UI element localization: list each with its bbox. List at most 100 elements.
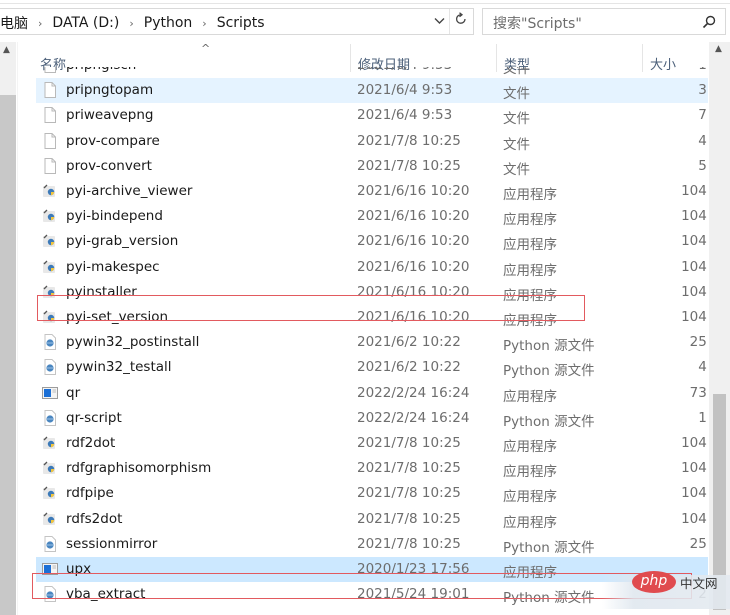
file-name: prov-convert: [66, 157, 152, 174]
file-modified-date: 2021/6/16 10:20: [357, 258, 470, 275]
search-placeholder: 搜索"Scripts": [493, 16, 582, 32]
chevron-right-icon[interactable]: ›: [32, 17, 48, 30]
file-row[interactable]: pyinstaller 2021/6/16 10:20 应用程序 104 K: [36, 280, 708, 305]
file-name: qr-script: [66, 409, 122, 426]
file-name: rdfgraphisomorphism: [66, 460, 212, 477]
chevron-right-icon[interactable]: ›: [196, 17, 212, 30]
breadcrumb-python[interactable]: Python: [140, 15, 197, 31]
file-size: 104 K: [681, 460, 708, 477]
file-row[interactable]: priweavepng 2021/6/4 9:53 文件 7 K: [36, 103, 708, 128]
file-name: pyinstaller: [66, 283, 137, 300]
file-row[interactable]: pripngtopam 2021/6/4 9:53 文件 3 K: [36, 78, 708, 104]
file-size: 25 K: [689, 535, 708, 552]
file-name: sessionmirror: [66, 535, 158, 552]
file-row[interactable]: prov-compare 2021/7/8 10:25 文件 4 K: [36, 129, 708, 154]
file-type: 应用程序: [503, 388, 557, 405]
file-name: pyi-makespec: [66, 258, 160, 275]
file-type: Python 源文件: [503, 590, 595, 607]
file-size: 104 K: [681, 258, 708, 275]
file-size: 104 K: [681, 309, 708, 325]
watermark: php 中文网: [602, 567, 730, 613]
file-row[interactable]: rdfs2dot 2021/7/8 10:25 应用程序 104 K: [36, 507, 708, 532]
file-size: 7 K: [698, 107, 708, 124]
address-bar[interactable]: 电脑 › DATA (D:) › Python › Scripts: [0, 8, 474, 35]
file-modified-date: 2021/6/2 10:22: [357, 334, 461, 351]
file-row[interactable]: pyi-makespec 2021/6/16 10:20 应用程序 104 K: [36, 255, 708, 280]
scroll-up-icon[interactable]: ▲: [715, 44, 722, 54]
python-exe-icon: [42, 233, 58, 249]
scroll-up-icon[interactable]: ▲: [3, 45, 10, 55]
file-name: pyi-bindepend: [66, 208, 163, 225]
file-modified-date: 2021/7/8 10:25: [357, 510, 461, 527]
file-type: 文件: [503, 86, 530, 103]
file-type: 应用程序: [503, 313, 557, 329]
navigation-pane-scrollbar[interactable]: ▲: [0, 42, 16, 615]
breadcrumb-this-pc[interactable]: 电脑: [0, 13, 32, 33]
chevron-right-icon[interactable]: ›: [123, 17, 139, 30]
file-row[interactable]: pywin32_testall 2021/6/2 10:22 Python 源文件 4…: [36, 355, 708, 380]
file-name: rdf2dot: [66, 435, 116, 451]
refresh-icon[interactable]: [452, 12, 470, 30]
file-row[interactable]: rdf2dot 2021/7/8 10:25 应用程序 104 K: [36, 431, 708, 456]
file-modified-date: 2022/2/24 16:24: [357, 409, 470, 426]
file-type: 应用程序: [503, 439, 557, 455]
file-type: 应用程序: [503, 237, 557, 254]
file-icon: [42, 132, 58, 149]
app-window-icon: [42, 561, 58, 577]
file-type: 应用程序: [503, 464, 557, 481]
breadcrumb-scripts[interactable]: Scripts: [213, 15, 269, 31]
file-type: 文件: [503, 67, 530, 77]
python-source-icon: [42, 359, 58, 376]
python-exe-icon: [42, 309, 58, 325]
file-size: 4 K: [698, 132, 708, 149]
breadcrumb-data-drive[interactable]: DATA (D:): [48, 15, 123, 31]
file-size: 3 K: [698, 82, 708, 99]
file-name: pyi-archive_viewer: [66, 183, 193, 199]
file-size: 104 K: [681, 485, 708, 502]
file-icon: [42, 157, 58, 174]
file-row[interactable]: rdfgraphisomorphism 2021/7/8 10:25 应用程序 104…: [36, 456, 708, 481]
file-row[interactable]: pyi-bindepend 2021/6/16 10:20 应用程序 104 K: [36, 204, 708, 229]
file-modified-date: 2021/7/8 10:25: [357, 485, 461, 502]
file-row[interactable]: sessionmirror 2021/7/8 10:25 Python 源文件 25 …: [36, 532, 708, 557]
file-modified-date: 2021/6/4 9:53: [357, 67, 452, 73]
python-source-icon: [42, 334, 58, 351]
file-row[interactable]: qr 2022/2/24 16:24 应用程序 73 K: [36, 381, 708, 406]
file-row[interactable]: qr-script 2022/2/24 16:24 Python 源文件 1 K: [36, 406, 708, 431]
file-size: 1 K: [698, 409, 708, 426]
python-source-icon: [42, 586, 58, 603]
file-name: qr: [66, 384, 81, 401]
search-input[interactable]: 搜索"Scripts": [482, 8, 726, 35]
file-row[interactable]: pyi-grab_version 2021/6/16 10:20 应用程序 104 K: [36, 229, 708, 254]
watermark-text: 中文网: [680, 576, 718, 591]
file-row[interactable]: rdfpipe 2021/7/8 10:25 应用程序 104 K: [36, 481, 708, 506]
file-modified-date: 2021/6/16 10:20: [357, 233, 470, 250]
file-name: priweavepng: [66, 107, 154, 124]
file-type: Python 源文件: [503, 539, 595, 556]
navigation-pane-scroll-thumb[interactable]: [0, 95, 16, 615]
chevron-down-icon[interactable]: [432, 14, 446, 30]
file-type: Python 源文件: [503, 338, 595, 355]
file-row[interactable]: pywin32_postinstall 2021/6/2 10:22 Python …: [36, 330, 708, 355]
file-modified-date: 2021/7/8 10:25: [357, 157, 461, 174]
sort-ascending-icon: ^: [201, 42, 211, 55]
file-size: 104 K: [681, 510, 708, 527]
python-source-icon: [42, 409, 58, 426]
python-exe-icon: [42, 284, 58, 300]
file-modified-date: 2021/6/4 9:53: [357, 107, 453, 124]
file-row[interactable]: pyi-set_version 2021/6/16 10:20 应用程序 104 K: [36, 305, 708, 330]
file-name: pyi-set_version: [66, 309, 169, 325]
file-type: 应用程序: [503, 262, 557, 279]
search-icon[interactable]: [701, 14, 717, 30]
python-exe-icon: [42, 435, 58, 451]
file-name: pywin32_postinstall: [66, 334, 200, 351]
file-modified-date: 2021/6/4 9:53: [357, 82, 453, 99]
file-row[interactable]: pyi-archive_viewer 2021/6/16 10:20 应用程序 104…: [36, 179, 708, 204]
vertical-scrollbar[interactable]: ▲: [709, 42, 730, 615]
file-row[interactable]: prov-convert 2021/7/8 10:25 文件 5 K: [36, 154, 708, 179]
file-modified-date: 2021/7/8 10:25: [357, 132, 461, 149]
file-row[interactable]: pripnglsch 2021/6/4 9:53 文件 1 K: [36, 67, 708, 78]
file-icon: [42, 107, 58, 124]
file-icon: [42, 67, 58, 73]
python-exe-icon: [42, 183, 58, 199]
